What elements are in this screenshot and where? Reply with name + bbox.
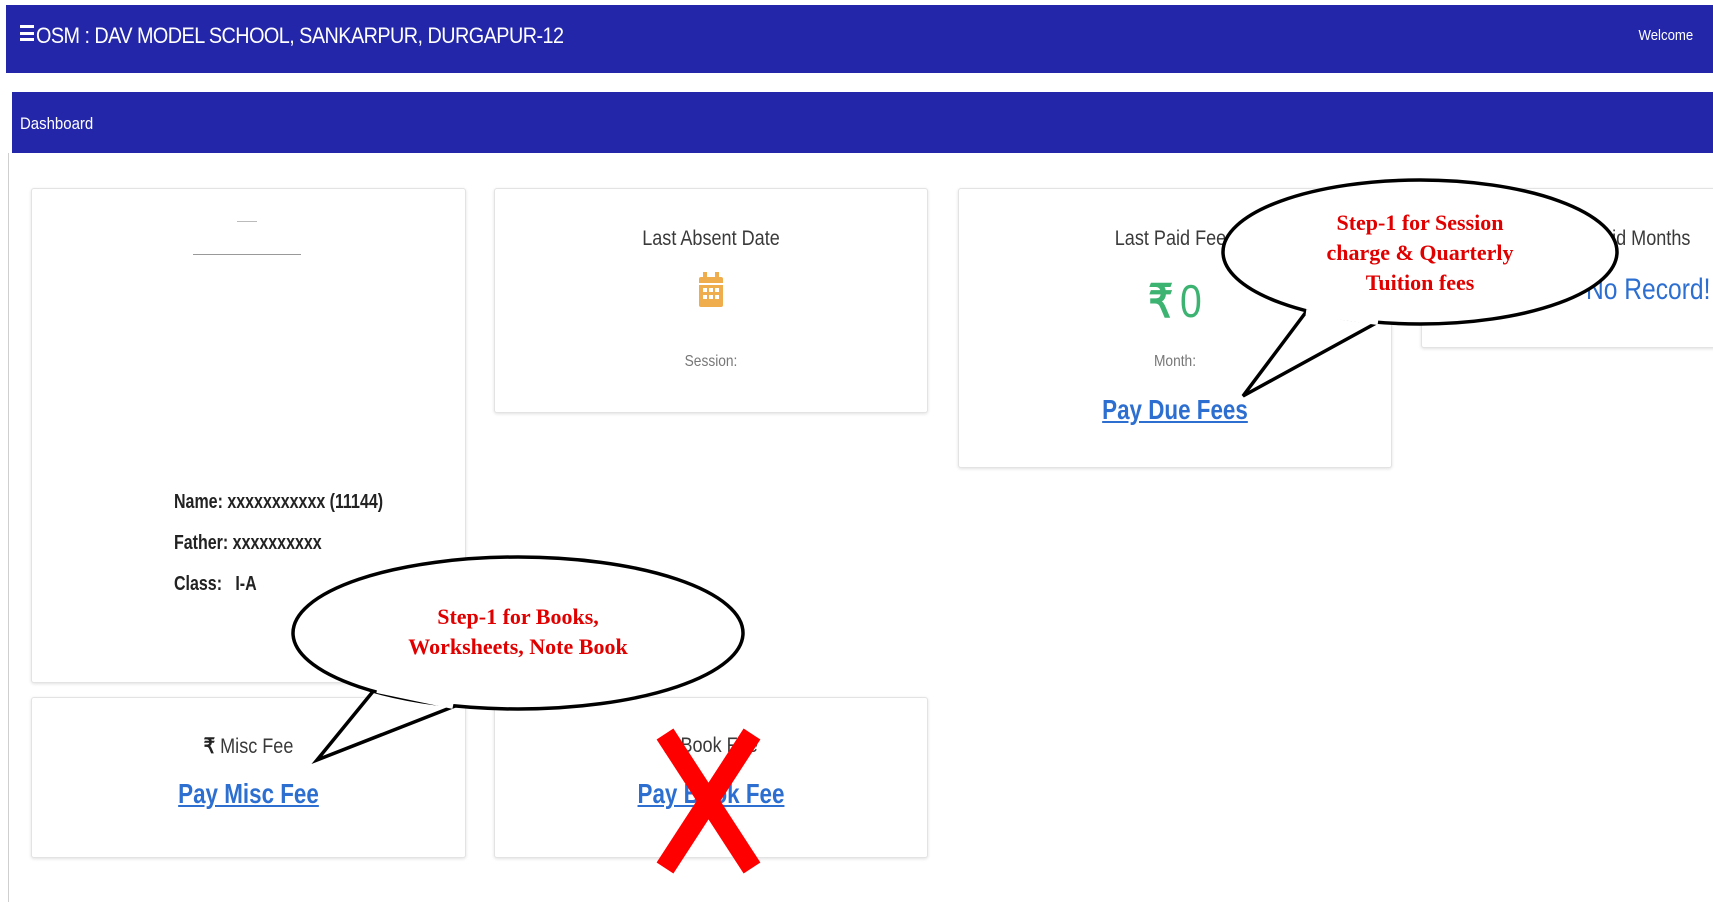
hamburger-menu-icon[interactable] [20, 25, 34, 41]
student-class: Class: I-A [174, 573, 257, 595]
calendar-icon [699, 272, 723, 307]
top-header-bar: OSM : DAV MODEL SCHOOL, SANKARPUR, DURGA… [6, 5, 1713, 73]
pay-book-fee-link[interactable]: Pay Book Fee [538, 778, 884, 810]
book-icon [664, 736, 676, 753]
student-details: Name: xxxxxxxxxxx (11144) Father: xxxxxx… [174, 482, 435, 605]
pay-due-fees-link[interactable]: Pay Due Fees [1002, 394, 1348, 426]
month-label: Month: [1153, 353, 1197, 370]
student-photo-placeholder [237, 221, 257, 222]
paid-months-value: No Record! [1586, 273, 1711, 306]
page-title: Dashboard [20, 114, 94, 133]
last-absent-title: Last Absent Date [642, 227, 780, 250]
dashboard-header: Dashboard [12, 92, 1713, 153]
pay-misc-fee-link[interactable]: Pay Misc Fee [75, 778, 421, 810]
paid-months-title: Paid Months [1590, 227, 1691, 250]
welcome-link[interactable]: Welcome [1638, 27, 1693, 44]
session-label: Session: [684, 353, 738, 370]
misc-fee-label: ₹ Misc Fee [62, 734, 434, 759]
rupee-icon: ₹ [1148, 275, 1174, 327]
student-father: Father: xxxxxxxxxx [174, 532, 322, 554]
book-fee-label: Book Fee [525, 734, 897, 758]
last-absent-card: Last Absent Date Session: [494, 188, 928, 413]
misc-fee-text: Misc Fee [220, 735, 294, 758]
rupee-icon: ₹ [203, 735, 216, 758]
misc-fee-card: ₹ Misc Fee Pay Misc Fee [31, 697, 466, 858]
student-name: Name: xxxxxxxxxxx (11144) [174, 491, 384, 513]
app-title: OSM : DAV MODEL SCHOOL, SANKARPUR, DURGA… [36, 23, 564, 48]
book-fee-text: Book Fee [680, 734, 758, 757]
annotation-books-text: Step-1 for Books, Worksheets, Note Book [408, 604, 628, 659]
annotation-session-text: Step-1 for Session charge & Quarterly Tu… [1326, 210, 1514, 295]
book-fee-card: Book Fee Pay Book Fee [494, 697, 928, 858]
fees-amount-value: 0 [1179, 275, 1202, 327]
photo-underline [193, 254, 301, 255]
content-left-border [8, 153, 9, 902]
